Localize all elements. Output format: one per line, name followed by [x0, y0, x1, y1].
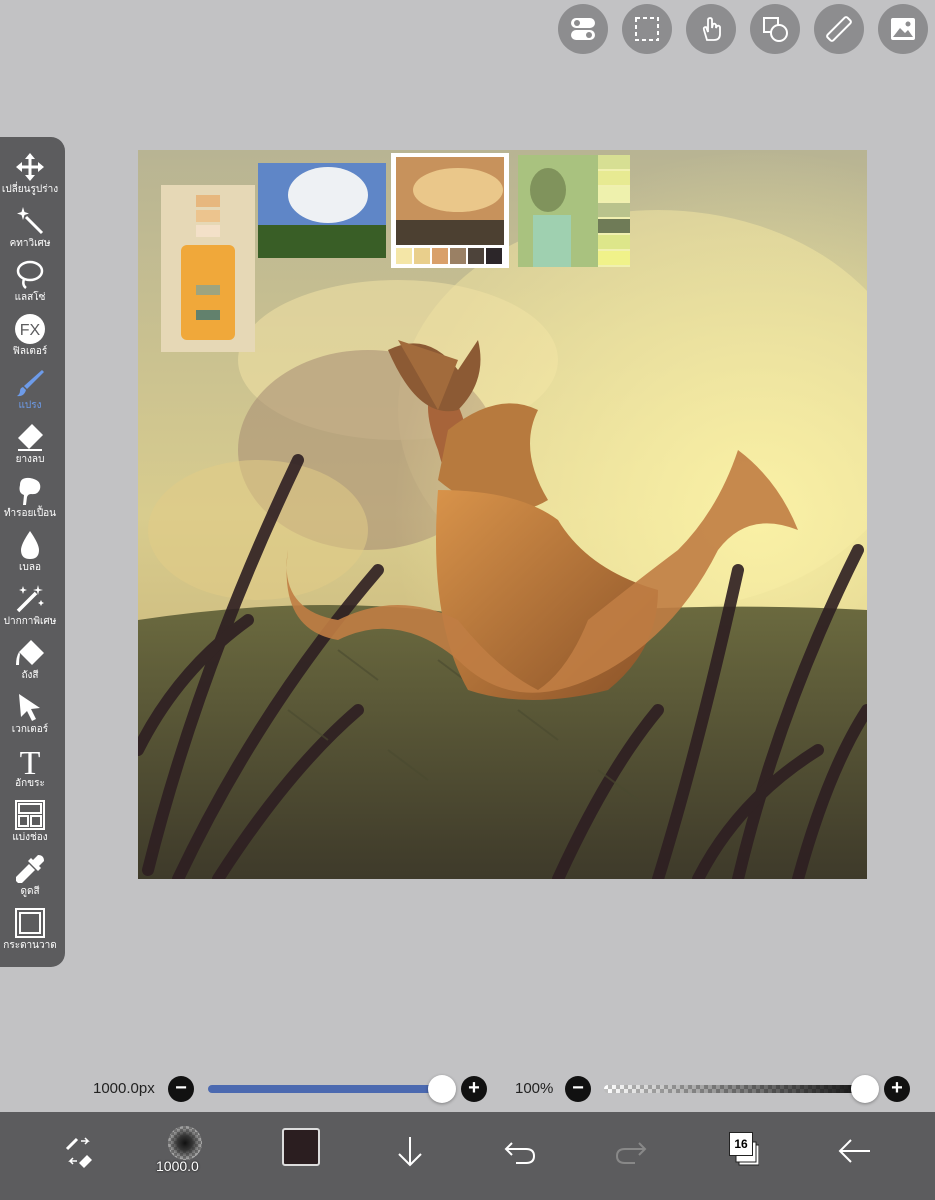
arrow-down-icon	[398, 1137, 422, 1167]
color-swatch-button[interactable]	[282, 1128, 320, 1166]
back-button[interactable]	[829, 1126, 879, 1176]
tool-transform[interactable]: เปลี่ยนรูปร่าง	[0, 145, 60, 199]
tool-special-pen[interactable]: ปากกาพิเศษ	[0, 577, 60, 631]
tool-label: เปลี่ยนรูปร่าง	[1, 184, 59, 195]
toggle-icon	[571, 18, 595, 40]
tool-blur[interactable]: เบลอ	[0, 523, 60, 577]
tool-label: กระดานวาด	[3, 940, 57, 951]
brush-sliders: 1000.0px − + 100% − +	[0, 1075, 935, 1103]
brush-size-slider-knob[interactable]	[428, 1075, 456, 1103]
tool-eyedropper[interactable]: ดูดสี	[0, 847, 60, 901]
minus-icon: −	[175, 1077, 187, 1099]
brush-size-label: 1000.0	[156, 1158, 199, 1174]
tool-label: ปากกาพิเศษ	[3, 616, 57, 627]
tool-magic-wand[interactable]: คทาวิเศษ	[0, 199, 60, 253]
tool-smudge[interactable]: ทำรอยเปื้อน	[0, 469, 60, 523]
plus-icon: +	[891, 1077, 903, 1099]
special-pen-icon	[14, 583, 46, 615]
tool-label: แบ่งช่อง	[12, 832, 48, 843]
download-button[interactable]	[385, 1126, 435, 1176]
tool-label: เวกเตอร์	[11, 724, 49, 735]
tool-label: ฟิลเตอร์	[12, 346, 48, 357]
redo-button[interactable]	[606, 1126, 656, 1176]
tool-text[interactable]: T อักขระ	[0, 739, 60, 793]
blur-icon	[14, 529, 46, 561]
brush-size-increase-button[interactable]: +	[461, 1076, 487, 1102]
ruler-icon	[826, 16, 852, 42]
brush-icon	[14, 367, 46, 399]
opacity-increase-button[interactable]: +	[884, 1076, 910, 1102]
svg-text:FX: FX	[20, 322, 41, 339]
tool-vector[interactable]: เวกเตอร์	[0, 685, 60, 739]
selection-icon	[635, 17, 659, 41]
tool-bucket[interactable]: ถังสี	[0, 631, 60, 685]
tool-label: คทาวิเศษ	[9, 238, 51, 249]
opacity-slider-knob[interactable]	[851, 1075, 879, 1103]
tool-label: อักขระ	[15, 778, 45, 789]
tool-frame-divider[interactable]: แบ่งช่อง	[0, 793, 60, 847]
tool-filter[interactable]: FX ฟิลเตอร์	[0, 307, 60, 361]
smudge-icon	[14, 475, 46, 507]
gallery-icon	[891, 18, 915, 40]
toggle-button[interactable]	[558, 4, 608, 54]
tool-label: ยางลบ	[15, 454, 45, 465]
arrow-left-icon	[838, 1139, 870, 1163]
ruler-button[interactable]	[814, 4, 864, 54]
eraser-icon	[14, 421, 46, 453]
reference-thumbnails	[161, 153, 630, 352]
drawing-canvas[interactable]	[138, 150, 867, 879]
undo-icon	[504, 1142, 536, 1164]
bottom-toolbar: 1000.0 16	[0, 1112, 935, 1200]
svg-text:T: T	[20, 745, 41, 777]
bucket-icon	[14, 637, 46, 669]
tool-lasso[interactable]: แลสโซ่	[0, 253, 60, 307]
brush-eraser-swap-icon	[65, 1137, 92, 1168]
canvas-icon	[14, 907, 46, 939]
tool-label: แปรง	[18, 400, 42, 411]
undo-button[interactable]	[495, 1126, 545, 1176]
plus-icon: +	[468, 1077, 480, 1099]
frame-divider-icon	[14, 799, 46, 831]
tool-label: แลสโซ่	[14, 292, 46, 303]
brush-size-slider[interactable]	[208, 1085, 444, 1093]
eyedropper-icon	[14, 853, 46, 885]
shapes-icon	[763, 17, 788, 42]
tool-palette: เปลี่ยนรูปร่าง คทาวิเศษ แลสโซ่ FX ฟิลเตอ…	[0, 137, 65, 967]
tool-label: ดูดสี	[20, 886, 40, 897]
tool-label: เบลอ	[19, 562, 41, 573]
selection-button[interactable]	[622, 4, 672, 54]
gallery-button[interactable]	[878, 4, 928, 54]
opacity-value: 100%	[515, 1080, 554, 1097]
brush-size-value: 1000.0px	[93, 1080, 155, 1097]
minus-icon: −	[572, 1077, 584, 1099]
shapes-button[interactable]	[750, 4, 800, 54]
magic-wand-icon	[14, 205, 46, 237]
tool-canvas[interactable]: กระดานวาด	[0, 901, 60, 955]
brush-preview-button[interactable]	[168, 1126, 202, 1160]
tool-brush[interactable]: แปรง	[0, 361, 60, 415]
redo-icon	[615, 1142, 647, 1164]
tool-label: ทำรอยเปื้อน	[3, 508, 57, 519]
vector-icon	[14, 691, 46, 723]
tool-label: ถังสี	[21, 670, 39, 681]
text-icon: T	[14, 745, 46, 782]
swap-tool-button[interactable]	[54, 1126, 104, 1176]
top-toolbar	[558, 4, 928, 54]
opacity-decrease-button[interactable]: −	[565, 1076, 591, 1102]
filter-icon: FX	[14, 313, 46, 345]
move-icon	[14, 151, 46, 183]
layer-count: 16	[729, 1132, 753, 1156]
gesture-button[interactable]	[686, 4, 736, 54]
opacity-slider[interactable]	[604, 1085, 862, 1093]
brush-size-decrease-button[interactable]: −	[168, 1076, 194, 1102]
tool-eraser[interactable]: ยางลบ	[0, 415, 60, 469]
lasso-icon	[14, 259, 46, 291]
gesture-icon	[702, 17, 721, 41]
